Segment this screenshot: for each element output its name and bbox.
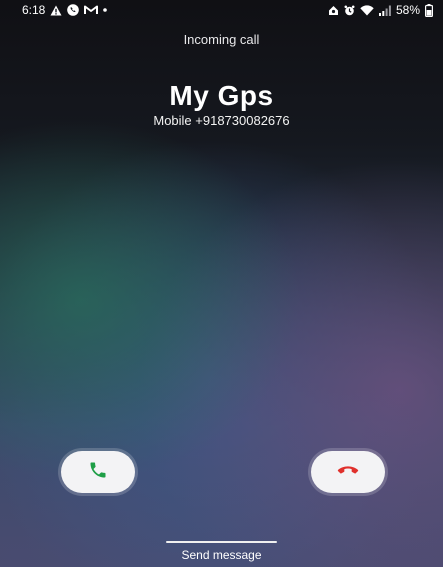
- dot-icon: [103, 8, 108, 12]
- status-bar-right: 58%: [328, 3, 433, 17]
- status-time: 6:18: [22, 3, 46, 17]
- phone-accept-icon: [88, 460, 108, 485]
- signal-icon: [378, 5, 391, 16]
- send-message-button[interactable]: Send message: [0, 548, 443, 562]
- call-status-label: Incoming call: [183, 32, 260, 47]
- decline-call-button[interactable]: [311, 451, 385, 493]
- swipe-handle[interactable]: [166, 541, 277, 543]
- caller-name: My Gps: [169, 80, 274, 111]
- warning-icon: [50, 5, 62, 16]
- phone-decline-icon: [337, 463, 359, 481]
- accept-call-button[interactable]: [61, 451, 135, 493]
- alarm-icon: [328, 5, 339, 16]
- caller-number: Mobile +918730082676: [153, 113, 290, 128]
- status-bar-left: 6:18: [22, 3, 108, 17]
- status-bar: 6:18 58%: [0, 0, 443, 20]
- gmail-icon: [84, 5, 99, 15]
- battery-percent: 58%: [395, 3, 420, 17]
- phone-icon: [67, 4, 80, 16]
- alarm-clock-icon: [344, 5, 355, 16]
- wifi-icon: [360, 4, 374, 16]
- battery-icon: [425, 3, 433, 17]
